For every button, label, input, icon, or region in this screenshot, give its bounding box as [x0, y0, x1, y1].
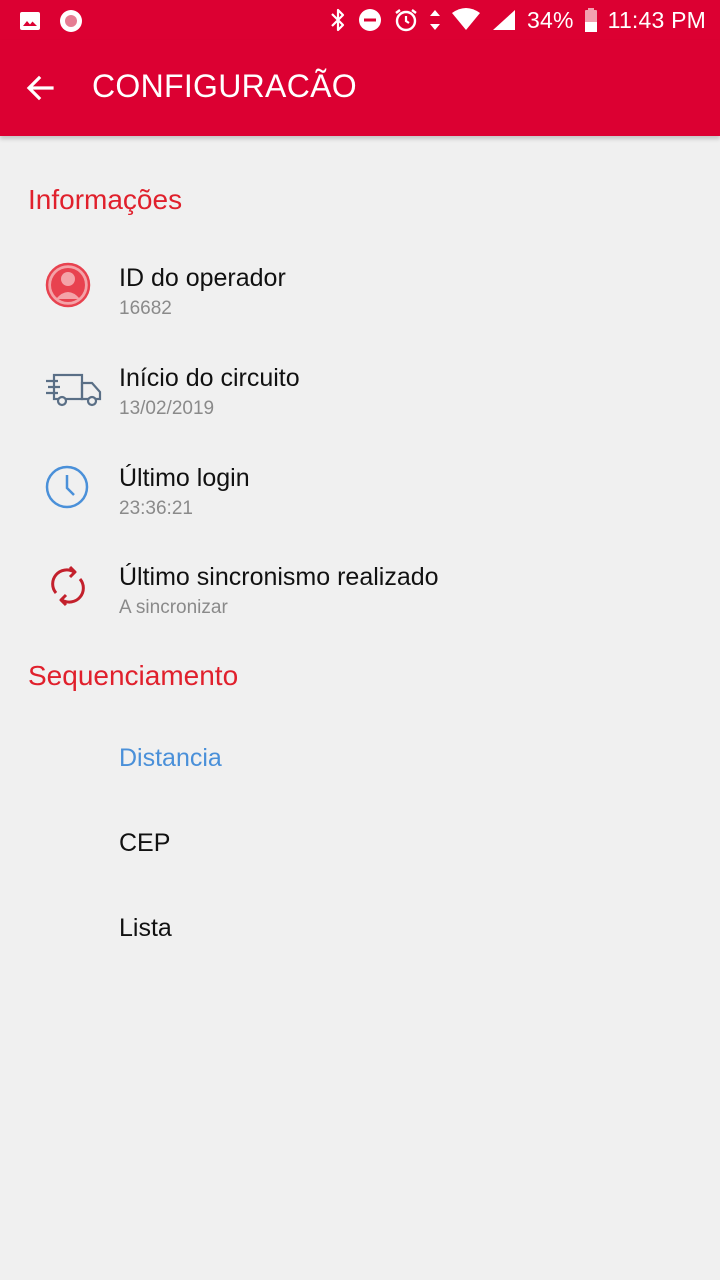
battery-percent: 34% [527, 6, 574, 33]
arrow-left-icon [24, 72, 56, 104]
sync-icon [48, 561, 112, 611]
data-arrows-icon [429, 7, 441, 33]
truck-icon [44, 364, 108, 414]
info-item-last-login[interactable]: Último login 23:36:21 [0, 454, 720, 544]
info-item-title: ID do operador [119, 264, 286, 292]
battery-icon [584, 7, 598, 33]
info-item-value: 16682 [119, 298, 172, 319]
image-icon [18, 9, 42, 33]
back-button[interactable] [14, 62, 66, 114]
sequencing-option-lista[interactable]: Lista [119, 914, 172, 943]
info-item-value: 23:36:21 [119, 498, 193, 519]
section-title-informacoes: Informações [28, 184, 183, 215]
person-icon [44, 260, 108, 310]
do-not-disturb-icon [357, 7, 383, 33]
signal-icon [491, 8, 517, 32]
sequencing-option-distancia[interactable]: Distancia [119, 744, 222, 773]
app-bar: CONFIGURACÃO [0, 40, 720, 136]
status-bar: 34% 11:43 PM [0, 0, 720, 40]
info-item-value: A sincronizar [119, 597, 228, 618]
info-item-title: Último login [119, 464, 250, 492]
bluetooth-icon [329, 7, 347, 33]
alarm-icon [393, 7, 419, 33]
clock-icon [44, 462, 108, 512]
page-title: CONFIGURACÃO [92, 68, 357, 104]
info-item-title: Último sincronismo realizado [119, 563, 439, 591]
info-item-operator-id[interactable]: ID do operador 16682 [0, 254, 720, 344]
info-item-last-sync[interactable]: Último sincronismo realizado A sincroniz… [0, 553, 720, 643]
info-item-circuit-start[interactable]: Início do circuito 13/02/2019 [0, 354, 720, 444]
clock-time: 11:43 PM [607, 6, 706, 33]
info-item-value: 13/02/2019 [119, 398, 215, 419]
sequencing-option-cep[interactable]: CEP [119, 829, 170, 858]
info-item-title: Início do circuito [119, 364, 300, 392]
wifi-icon [451, 8, 481, 32]
section-title-sequenciamento: Sequenciamento [28, 660, 239, 691]
record-icon [58, 8, 84, 34]
